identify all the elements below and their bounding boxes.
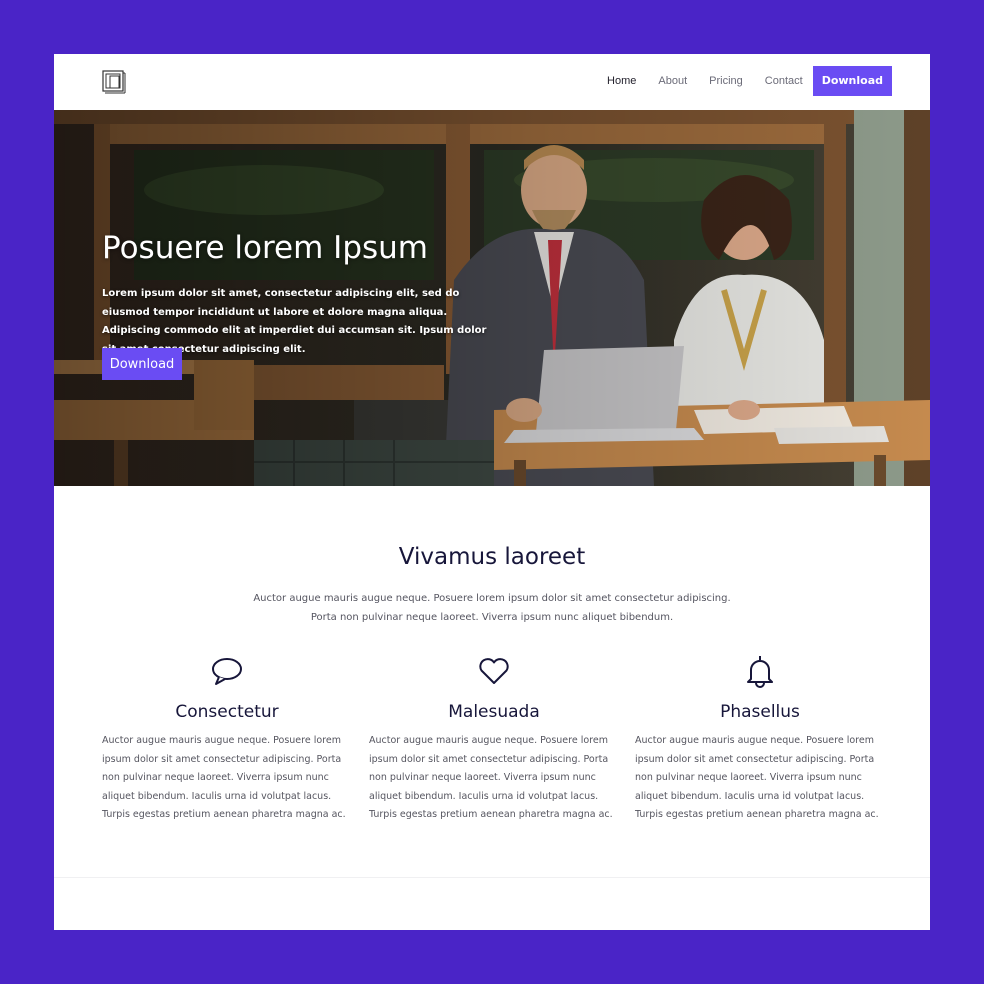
landing-page: Home About Pricing Contact Download Posu… <box>54 54 930 930</box>
nav-item-pricing[interactable]: Pricing <box>709 66 743 96</box>
top-navbar: Home About Pricing Contact Download <box>54 54 930 110</box>
heart-icon <box>479 658 509 684</box>
feature-title: Malesuada <box>448 702 540 722</box>
nav-menu: Home About Pricing Contact Download <box>585 66 892 96</box>
feature-card-phasellus: Phasellus Auctor augue mauris augue nequ… <box>635 654 885 825</box>
feature-text: Auctor augue mauris augue neque. Posuere… <box>102 735 346 820</box>
feature-title: Phasellus <box>720 702 800 722</box>
square-logo-icon[interactable] <box>102 70 126 94</box>
hero-section: Posuere lorem Ipsum Lorem ipsum dolor si… <box>54 110 930 486</box>
section-subtitle-line: Porta non pulvinar neque laoreet. Viverr… <box>310 612 674 623</box>
section-title: Vivamus laoreet <box>398 544 586 570</box>
hero-download-button[interactable]: Download <box>102 348 182 380</box>
bell-icon <box>747 656 773 688</box>
nav-item-contact[interactable]: Contact <box>765 66 803 96</box>
feature-text: Auctor augue mauris augue neque. Posuere… <box>635 735 879 820</box>
nav-item-about[interactable]: About <box>658 66 687 96</box>
section-subtitle: Auctor augue mauris augue neque. Posuere… <box>54 589 930 627</box>
feature-title: Consectetur <box>175 702 279 722</box>
hero-title: Posuere lorem Ipsum <box>102 230 428 266</box>
feature-card-consectetur: Consectetur Auctor augue mauris augue ne… <box>102 654 352 825</box>
nav-item-home[interactable]: Home <box>607 66 636 96</box>
nav-download-button[interactable]: Download <box>812 66 892 96</box>
feature-text: Auctor augue mauris augue neque. Posuere… <box>369 735 613 820</box>
speech-bubble-icon <box>212 658 242 685</box>
section-subtitle-line: Auctor augue mauris augue neque. Posuere… <box>253 593 731 604</box>
feature-card-malesuada: Malesuada Auctor augue mauris augue nequ… <box>369 654 619 825</box>
section-divider <box>54 877 930 878</box>
